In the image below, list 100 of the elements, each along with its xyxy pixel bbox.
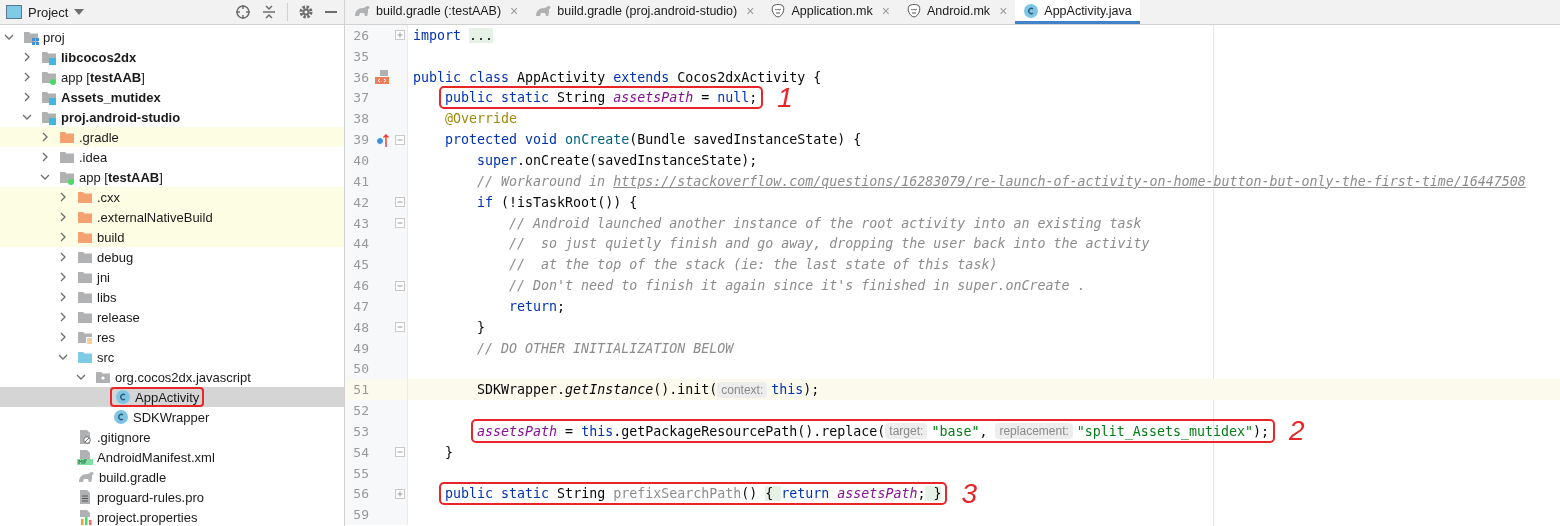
module-folder-icon (41, 89, 57, 105)
tree-item[interactable]: .idea (0, 147, 344, 167)
code-keyword: public static (445, 90, 550, 106)
code-text: ); (1252, 423, 1269, 439)
tree-item[interactable]: org.cocos2dx.javascript (0, 367, 344, 387)
tree-item[interactable]: .gradle (0, 127, 344, 147)
source-folder-icon (77, 349, 93, 365)
code-text: .getPackageResourcePath().replace( (613, 423, 886, 439)
line-number: 40 (352, 153, 369, 168)
class-icon (115, 389, 131, 405)
folder-icon (77, 309, 93, 325)
tree-item[interactable]: .cxx (0, 187, 344, 207)
code-text: ; (917, 486, 926, 502)
tree-item[interactable]: src (0, 347, 344, 367)
folder-icon (77, 289, 93, 305)
editor-tab[interactable]: Android.mk × (897, 0, 1016, 24)
code-text: () (741, 486, 759, 502)
code-comment: // so just quietly finish and go away, dropping the user back into the activity (508, 236, 1150, 252)
tree-item[interactable]: proj (0, 27, 344, 47)
code-text: , (979, 423, 989, 439)
line-number: 43 (352, 215, 369, 231)
folder-icon (77, 209, 93, 225)
project-icon (23, 29, 39, 45)
code-keyword: return (508, 298, 558, 314)
tree-item[interactable]: build.gradle (0, 467, 344, 487)
code-keyword: if (476, 194, 494, 210)
parameter-hint: target: (885, 423, 928, 440)
handwritten-number: 1 (777, 87, 793, 108)
tree-item[interactable]: libs (0, 287, 344, 307)
tree-item[interactable]: Assets_mutidex (0, 87, 344, 107)
line-number: 51 (352, 382, 369, 398)
editor-tab[interactable]: Application.mk × (762, 0, 898, 24)
line-number: 38 (352, 111, 369, 127)
code-comment: // DO OTHER INITIALIZATION BELOW (476, 340, 734, 356)
editor-tab[interactable]: build.gradle (proj.android-studio) × (526, 0, 763, 24)
parameter-hint: replacement: (995, 423, 1073, 440)
tree-item[interactable]: .gitignore (0, 427, 344, 447)
tree-item[interactable]: app [testAAB] (0, 67, 344, 87)
folder-icon (59, 149, 75, 165)
line-number: 46 (352, 278, 369, 294)
code-comment: // Workaround in (476, 173, 607, 189)
folder-icon (77, 189, 93, 205)
line-number: 35 (352, 48, 369, 64)
resource-folder-icon (77, 329, 93, 345)
line-number: 36 (352, 69, 369, 85)
code-field: assetsPath (477, 423, 558, 439)
project-view-dropdown[interactable]: Project (4, 4, 87, 20)
code-text: ; (749, 90, 758, 106)
line-number: 44 (352, 236, 369, 252)
line-number: 39 (352, 132, 369, 148)
tree-item[interactable]: proj.android-studio (0, 107, 344, 127)
gnu-head-icon (905, 2, 922, 19)
settings-icon[interactable] (298, 4, 314, 20)
line-number: 26 (352, 27, 369, 43)
editor-tab[interactable]: AppActivity.java (1015, 0, 1140, 24)
locate-icon[interactable] (235, 4, 251, 20)
code-comment: // Don't need to finish it again since it's finished in super.onCreate . (508, 278, 1086, 294)
code-text: = (700, 90, 711, 106)
tree-item[interactable]: .externalNativeBuild (0, 207, 344, 227)
tree-item[interactable]: release (0, 307, 344, 327)
package-icon (95, 369, 111, 385)
folder-icon (59, 129, 75, 145)
code-text: ().init( (653, 382, 718, 398)
code-keyword: public static (445, 486, 550, 502)
code-method: onCreate (564, 132, 630, 148)
line-number: 47 (352, 298, 369, 314)
module-folder-icon (41, 49, 57, 65)
tree-item[interactable]: AppActivity (0, 387, 344, 407)
tree-item[interactable]: jni (0, 267, 344, 287)
code-text: ; (557, 298, 566, 314)
caret-icon (74, 9, 85, 15)
code-text: SDKWrapper. (476, 382, 566, 398)
tree-item[interactable]: res (0, 327, 344, 347)
tree-item[interactable]: debug (0, 247, 344, 267)
tree-item[interactable]: proguard-rules.pro (0, 487, 344, 507)
class-icon (1023, 2, 1040, 19)
tree-item[interactable]: project.properties (0, 507, 344, 526)
line-number: 48 (352, 319, 369, 335)
tree-item[interactable]: build (0, 227, 344, 247)
code-keyword: super (476, 153, 518, 168)
code-keyword: null (717, 90, 750, 106)
code-text: ); (803, 382, 820, 398)
manifest-file-icon (77, 449, 93, 465)
editor-tab[interactable]: build.gradle (:testAAB) × (345, 0, 527, 24)
collapse-all-icon[interactable] (261, 4, 277, 20)
tree-item[interactable]: AndroidManifest.xml (0, 447, 344, 467)
tree-item[interactable]: libcocos2dx (0, 47, 344, 67)
code-text: (!isTaskRoot()) { (500, 194, 638, 210)
code-keyword: protected void (444, 132, 558, 148)
code-keyword: import (413, 27, 463, 43)
app-folder-icon (41, 69, 57, 85)
folder-icon (77, 229, 93, 245)
tree-item[interactable]: SDKWrapper (0, 407, 344, 427)
line-number: 50 (352, 361, 369, 377)
code-method-call: getInstance (565, 382, 654, 398)
class-icon (113, 409, 129, 425)
app-folder-icon (59, 169, 75, 185)
gnu-head-icon (770, 2, 787, 19)
tree-item[interactable]: app [testAAB] (0, 167, 344, 187)
folder-icon (77, 269, 93, 285)
